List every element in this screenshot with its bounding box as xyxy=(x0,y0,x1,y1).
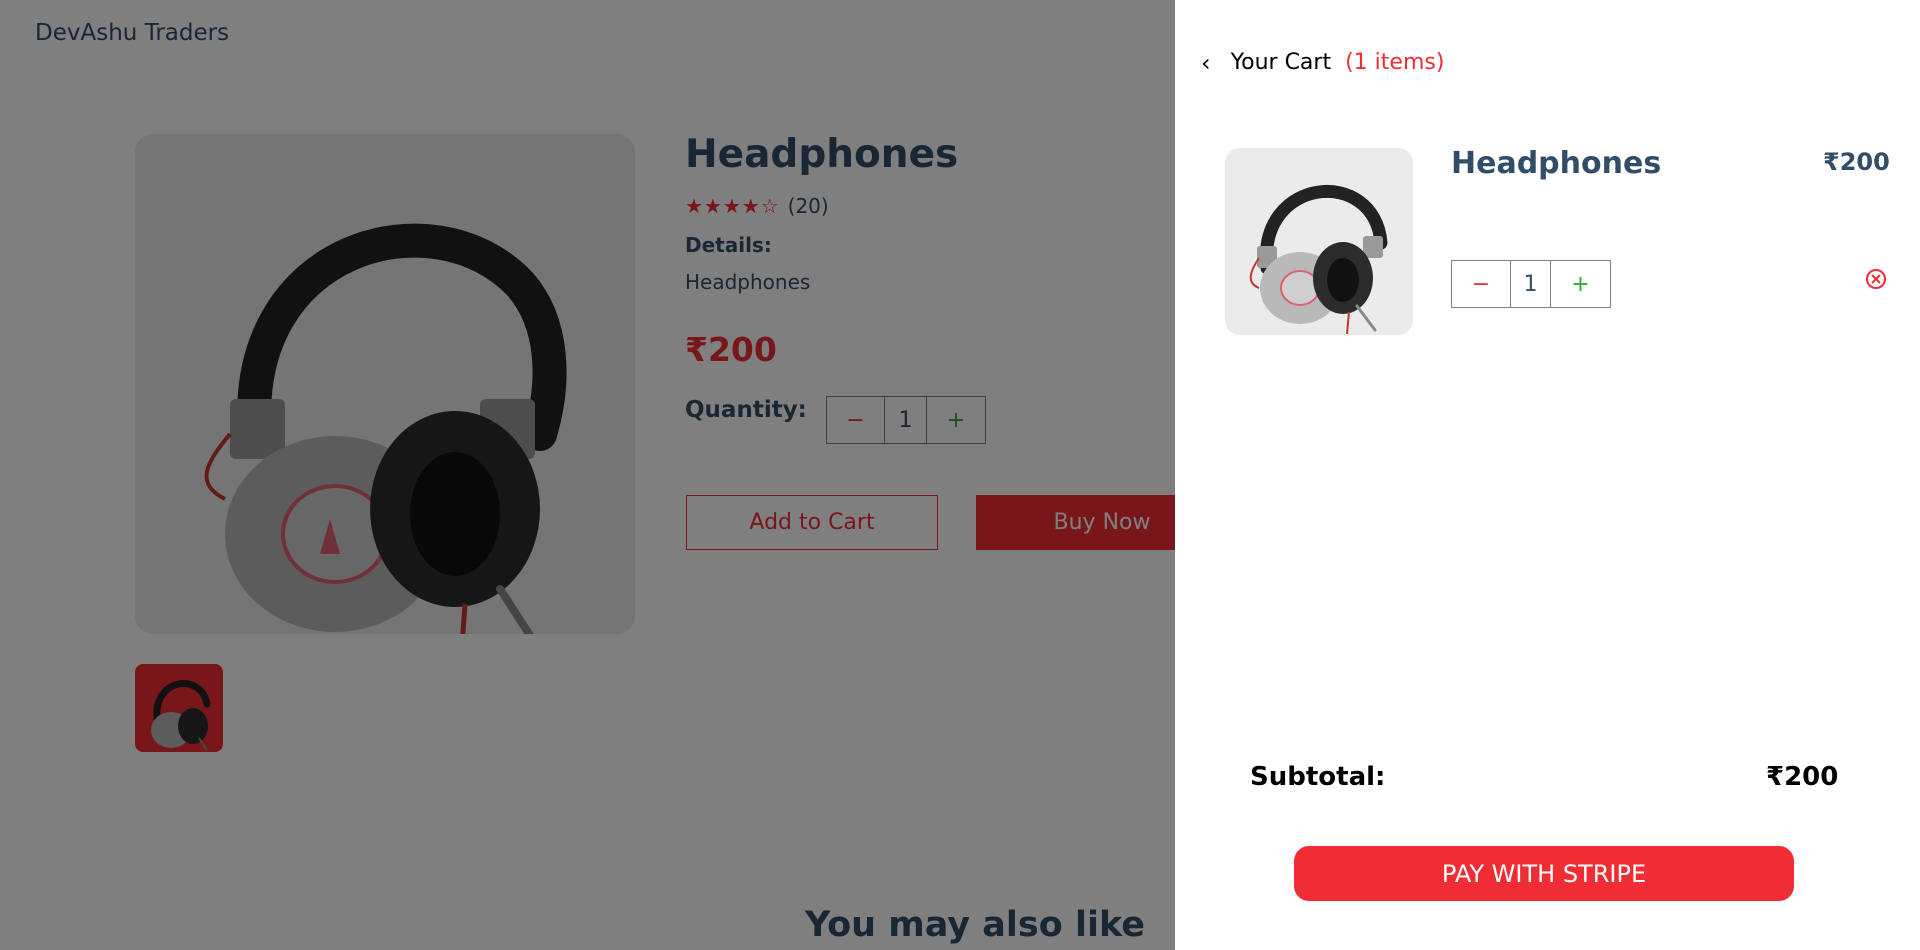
cart-item-price: ₹200 xyxy=(1823,148,1890,176)
headphones-icon xyxy=(1249,185,1388,335)
remove-item-icon xyxy=(1866,269,1886,289)
cart-items-count: (1 items) xyxy=(1345,50,1445,75)
cart-panel: ‹ Your Cart (1 items) Headphones ₹200 − … xyxy=(1175,0,1920,950)
cart-title: Your Cart xyxy=(1230,50,1332,75)
cart-item-name: Headphones xyxy=(1451,146,1662,181)
remove-circle-icon[interactable] xyxy=(1865,268,1887,290)
subtotal-label: Subtotal: xyxy=(1250,762,1386,792)
pay-with-stripe-button[interactable]: PAY WITH STRIPE xyxy=(1294,846,1794,901)
chevron-left-icon[interactable]: ‹ xyxy=(1201,51,1211,75)
cart-increase-quantity-button[interactable]: + xyxy=(1551,261,1610,307)
cart-decrease-quantity-button[interactable]: − xyxy=(1452,261,1511,307)
cart-quantity-stepper: − 1 + xyxy=(1451,260,1611,308)
cart-quantity-value: 1 xyxy=(1511,261,1551,307)
cart-item-image xyxy=(1225,148,1413,335)
subtotal-value: ₹200 xyxy=(1766,762,1839,792)
cart-heading[interactable]: ‹ Your Cart (1 items) xyxy=(1201,50,1444,75)
